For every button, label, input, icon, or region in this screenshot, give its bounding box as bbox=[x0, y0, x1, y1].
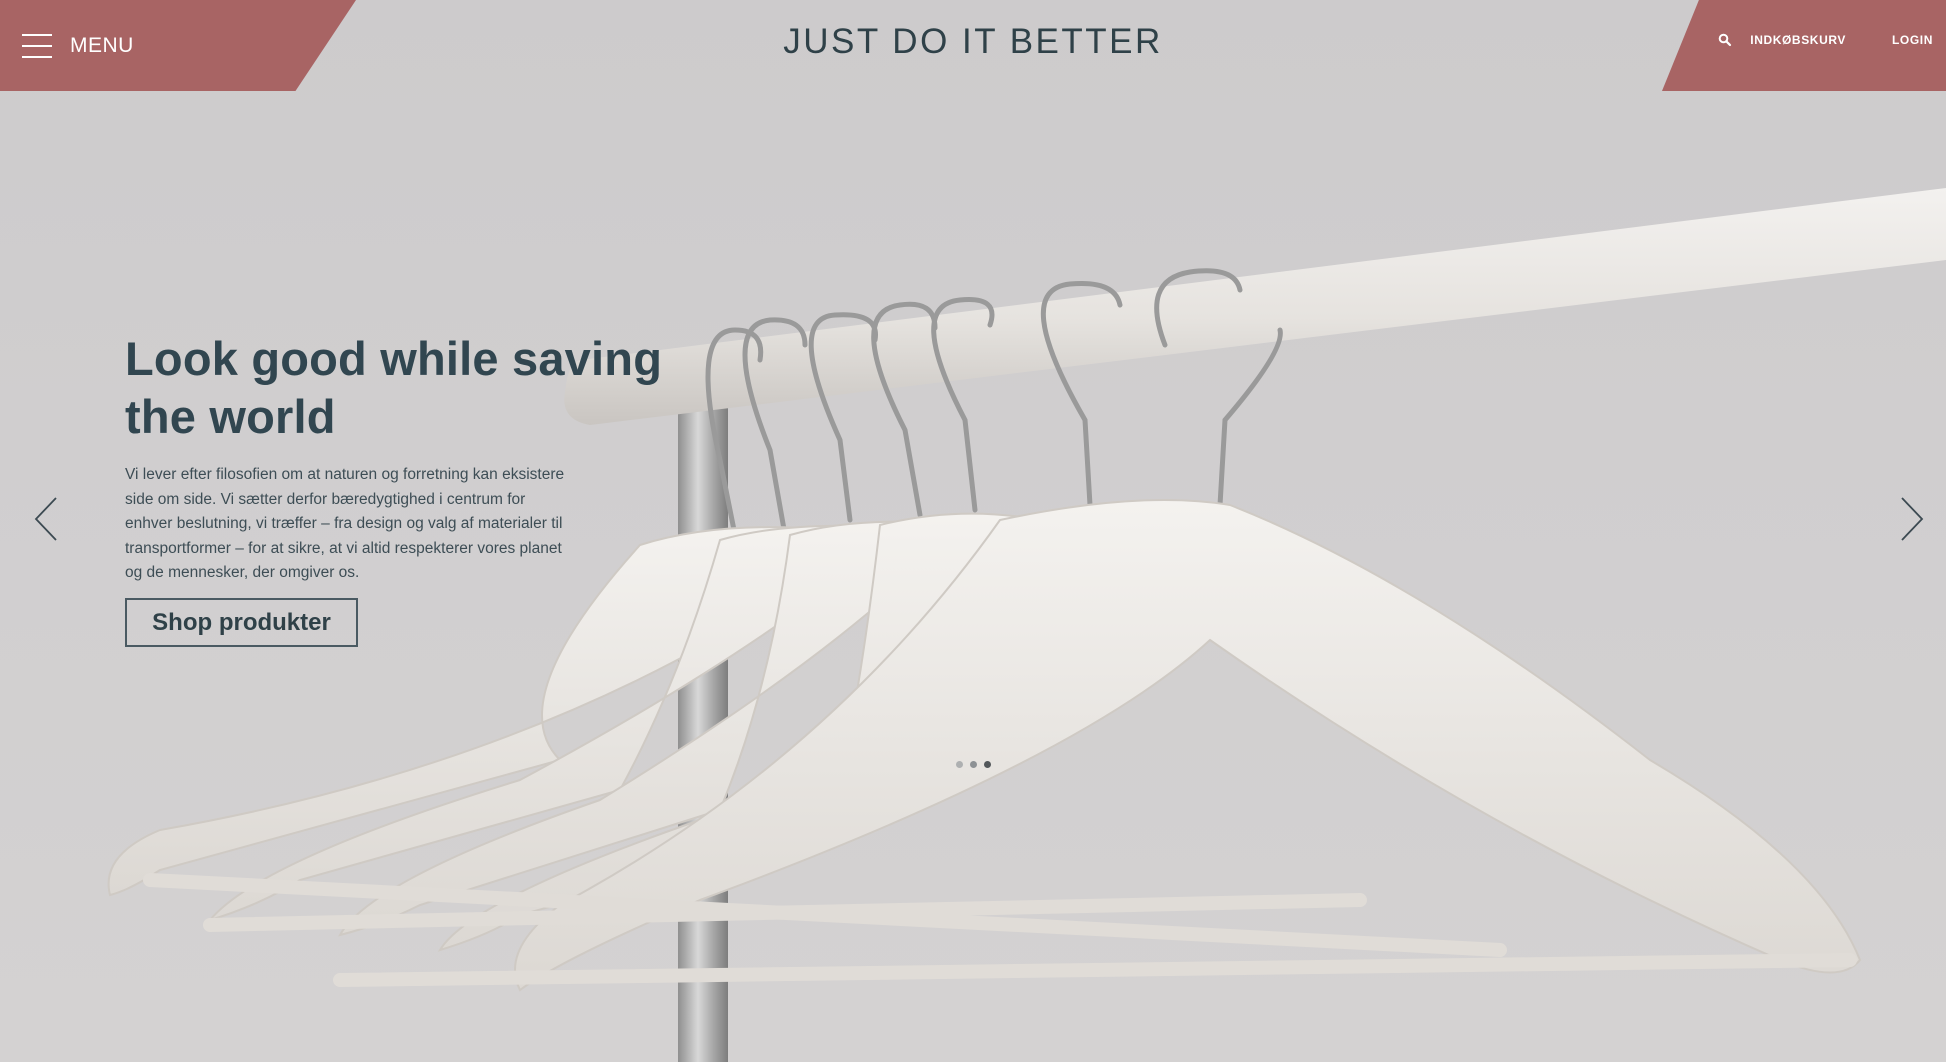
slider-dot-active[interactable] bbox=[984, 761, 991, 768]
hero-title: Look good while saving the world bbox=[125, 332, 663, 443]
chevron-left-icon[interactable] bbox=[32, 496, 62, 542]
login-link[interactable]: LOGIN bbox=[1892, 33, 1933, 47]
hero-description: Vi lever efter filosofien om at naturen … bbox=[125, 466, 565, 581]
chevron-right-icon[interactable] bbox=[1896, 496, 1926, 542]
slider-dot[interactable] bbox=[970, 761, 977, 768]
header-actions: INDKØBSKURV LOGIN bbox=[1662, 0, 1946, 91]
menu-button[interactable]: MENU bbox=[0, 0, 356, 91]
search-icon[interactable] bbox=[1718, 33, 1732, 47]
slider-dots bbox=[956, 761, 991, 768]
shop-products-button[interactable]: Shop produkter bbox=[125, 598, 358, 647]
cart-link[interactable]: INDKØBSKURV bbox=[1750, 33, 1846, 47]
slider-dot[interactable] bbox=[956, 761, 963, 768]
brand-link[interactable]: JUST DO IT BETTER bbox=[783, 22, 1163, 61]
hamburger-icon bbox=[22, 33, 52, 58]
menu-label: MENU bbox=[70, 33, 134, 57]
